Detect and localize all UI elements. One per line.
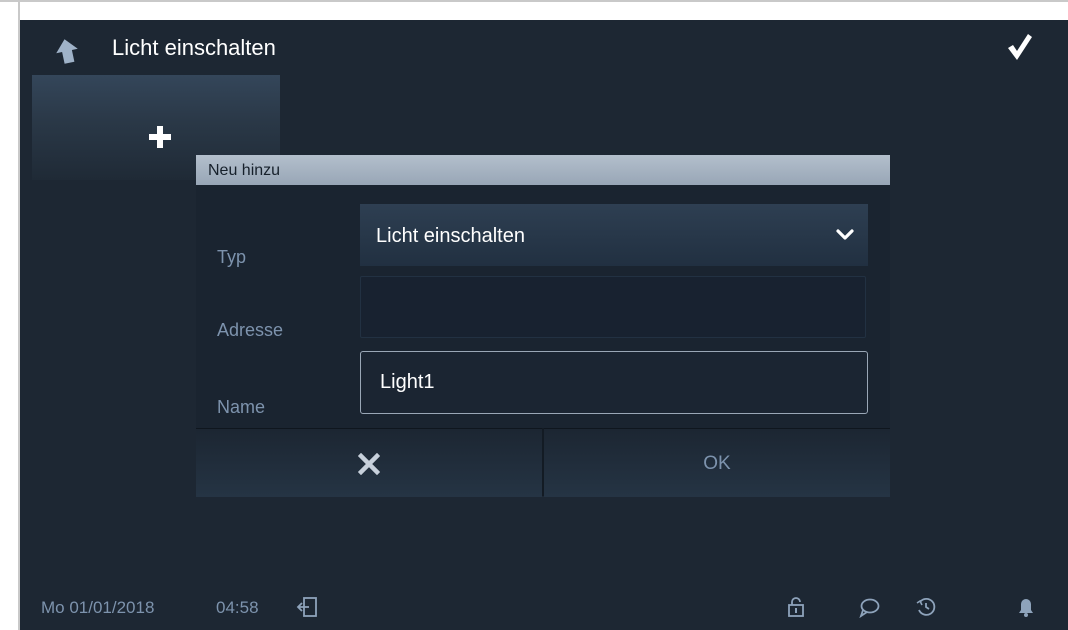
device-screen: Licht einschalten Neu hinzu Typ Licht ei… xyxy=(20,20,1068,630)
checkmark-icon[interactable] xyxy=(1004,32,1034,62)
bell-icon[interactable] xyxy=(1015,596,1037,618)
chevron-down-icon xyxy=(836,229,854,240)
cancel-button[interactable] xyxy=(196,428,542,497)
address-field[interactable] xyxy=(360,276,866,338)
ok-button-label: OK xyxy=(703,453,731,474)
type-dropdown[interactable]: Licht einschalten xyxy=(360,204,868,266)
history-icon[interactable] xyxy=(915,596,937,618)
name-label: Name xyxy=(217,397,266,417)
name-field[interactable]: Light1 xyxy=(360,351,868,414)
plus-icon xyxy=(149,126,171,148)
ok-button[interactable]: OK xyxy=(544,428,890,497)
lock-icon[interactable] xyxy=(785,596,807,618)
chat-icon[interactable] xyxy=(858,596,880,618)
close-icon xyxy=(358,453,380,475)
page-title: Licht einschalten xyxy=(112,35,276,60)
dialog-title: Neu hinzu xyxy=(208,162,281,179)
add-new-dialog: Neu hinzu Typ Licht einschalten Adresse … xyxy=(196,155,890,497)
type-label: Typ xyxy=(217,247,247,267)
name-field-value: Light1 xyxy=(380,371,435,393)
back-arrow-icon[interactable] xyxy=(54,38,80,64)
header-bar: Licht einschalten xyxy=(20,20,1068,76)
status-time: 04:58 xyxy=(216,598,259,617)
logout-icon[interactable] xyxy=(296,596,318,618)
frame-top-border xyxy=(0,0,1068,2)
status-bar: Mo 01/01/2018 04:58 xyxy=(20,580,1068,630)
dialog-button-row: OK xyxy=(196,428,890,497)
address-label: Adresse xyxy=(217,320,284,340)
type-dropdown-value: Licht einschalten xyxy=(376,225,525,247)
dialog-header: Neu hinzu xyxy=(196,155,890,185)
status-date: Mo 01/01/2018 xyxy=(41,598,155,617)
